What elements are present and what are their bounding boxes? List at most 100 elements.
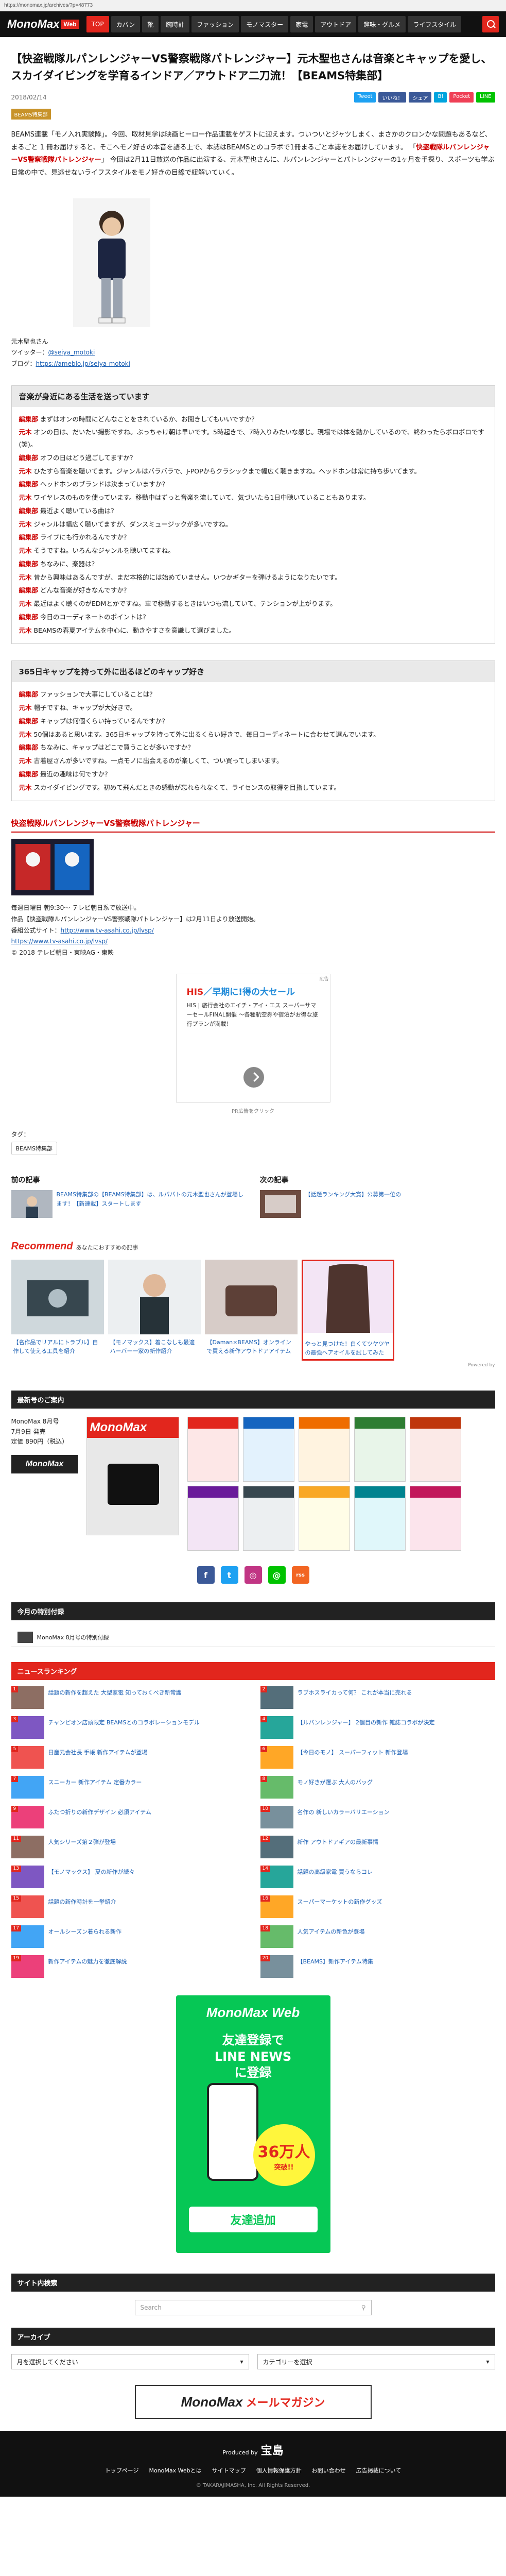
ranking-item[interactable]: 5 日産元会社長 手帳 新作アイテムが登場 [11,1746,246,1769]
rss-icon[interactable]: rss [291,1566,309,1584]
books-heading: 最新号のご案内 [11,1391,495,1409]
facebook-icon[interactable]: f [197,1566,215,1584]
twitter-link[interactable]: @seiya_motoki [48,349,95,356]
prev-article[interactable]: 前の記事 BEAMS特集部の【BEAMS特集部】は、ルパパトの元木聖也さんが登場… [11,1175,247,1218]
nav-item-hobby[interactable]: 趣味・グルメ [358,16,406,32]
search-icon[interactable] [482,16,499,32]
category-badge[interactable]: BEAMS特集部 [11,109,51,120]
ranking-item[interactable]: 9 ふたつ折りの新作デザイン 必須アイテム [11,1806,246,1829]
line-icon[interactable]: @ [268,1566,286,1584]
ranking-item[interactable]: 18 人気アイテムの新色が登場 [260,1925,495,1948]
footer-link-contact[interactable]: お問い合わせ [312,2466,346,2475]
ranking-item[interactable]: 3 チャンピオン店頭限定 BEAMSとのコラボレーションモデル [11,1716,246,1739]
site-search-input[interactable]: Search ⚲ [134,2300,372,2316]
footer-link-sitemap[interactable]: サイトマップ [212,2466,246,2475]
ranking-item[interactable]: 19 新作アイテムの魅力を徹底解説 [11,1955,246,1978]
speaker-label: 元木 [19,573,32,581]
ranking-item[interactable]: 10 名作の 新しいカラーバリエーション [260,1806,495,1829]
footer-company-label: Produced by [222,2449,258,2456]
nav-item-appliance[interactable]: 家電 [290,16,313,32]
nav-item-shoes[interactable]: 靴 [142,16,159,32]
category-select[interactable]: カテゴリーを選択 ▾ [257,2354,495,2370]
line-banner[interactable]: MonoMax Web 友達登録で LINE NEWS に登録 36万人 突破!! … [176,1995,330,2253]
nav-item-bag[interactable]: カバン [111,16,141,32]
back-issue-cover[interactable] [298,1486,350,1551]
footer-link-about[interactable]: MonoMax Webとは [149,2466,201,2475]
twitter-icon[interactable]: t [220,1566,238,1584]
back-issue-cover[interactable] [242,1486,294,1551]
nav-item-monomaster[interactable]: モノマスター [241,16,289,32]
back-issue-cover[interactable] [354,1486,406,1551]
back-issue-cover[interactable] [187,1417,239,1482]
month-select[interactable]: 月を選択してください ▾ [11,2354,249,2370]
line-share-button[interactable]: LINE [476,92,495,103]
recommend-card[interactable] [398,1260,491,1361]
site-logo[interactable]: MonoMax Web [7,18,79,31]
ranking-item[interactable]: 7 スニーカー 新作アイテム 定番カラー [11,1776,246,1799]
speech-text: 帽子ですね、キャップが大好きで。 [33,704,137,712]
nav-item-lifestyle[interactable]: ライフスタイル [408,16,462,32]
back-issue-cover[interactable] [354,1417,406,1482]
ranking-text: 話題の高級家電 買うならコレ [297,1869,373,1876]
ranking-item[interactable]: 20 【BEAMS】新作アイテム特集 [260,1955,495,1978]
today-item[interactable]: MonoMax 8月号の特別付録 [11,1629,495,1647]
footer-link-privacy[interactable]: 個人情報保護方針 [256,2466,302,2475]
hatena-button[interactable]: B! [434,92,447,103]
tweet-button[interactable]: Tweet [354,92,376,103]
browser-url-bar[interactable]: https://monomax.jp/archives/?p=48773 [0,0,506,11]
today-heading: 今月の特別付録 [11,1602,495,1621]
back-issue-cover[interactable] [187,1486,239,1551]
ranking-item[interactable]: 17 オールシーズン着られる新作 [11,1925,246,1948]
tag-link[interactable]: BEAMS特集部 [11,1142,57,1156]
mail-text: メールマガジン [246,2397,325,2410]
recommend-card[interactable]: 【モノマックス】着こなしも最適 ハーバー一家の新作紹介 [108,1260,201,1361]
speaker-label: 編集部 [19,770,39,778]
ranking-item[interactable]: 12 新作 アウトドアギアの最新事情 [260,1836,495,1859]
like-button[interactable]: いいね！ [378,92,407,103]
mail-magazine-banner[interactable]: MonoMax メールマガジン [134,2385,372,2419]
facebook-share-button[interactable]: シェア [409,92,432,103]
nav-item-fashion[interactable]: ファッション [191,16,239,32]
recommend-card[interactable]: 【Daman×BEAMS】オンラインで買える新作アウトドアアイテム [204,1260,298,1361]
pocket-button[interactable]: Pocket [449,92,474,103]
search-icon[interactable]: ⚲ [361,2304,366,2311]
speech-text: BEAMSの春夏アイテムを中心に、動きやすさを意識して選びました。 [33,626,236,634]
blog-link[interactable]: https://ameblo.jp/seiya-motoki [36,360,130,367]
footer-link-top[interactable]: トップページ [105,2466,139,2475]
footer-link-ads[interactable]: 広告掲載について [356,2466,402,2475]
ranking-item[interactable]: 8 モノ好きが選ぶ 大人のバッグ [260,1776,495,1799]
back-issue-cover[interactable] [298,1417,350,1482]
ranking-item[interactable]: 13 【モノマックス】 夏の新作が続々 [11,1866,246,1889]
back-issue-cover[interactable] [409,1486,461,1551]
vs-site-link[interactable]: http://www.tv-asahi.co.jp/lvsp/ [61,927,154,934]
ranking-item[interactable]: 14 話題の高級家電 買うならコレ [260,1866,495,1889]
nav-item-watch[interactable]: 腕時計 [161,16,190,32]
next-article[interactable]: 次の記事 【話題ランキング大賞】公募第一位の [259,1175,495,1218]
ranking-item[interactable]: 16 スーパーマーケットの新作グッズ [260,1895,495,1919]
back-issue-cover[interactable] [409,1417,461,1482]
line-add-friend-button[interactable]: 友達追加 [188,2207,318,2233]
vs-line: 作品【快盗戦隊ルパンレンジャーVS警察戦隊パトレンジャー】は2月11日より放送開… [11,915,259,923]
ranking-item[interactable]: 11 人気シリーズ第２弾が登場 [11,1836,246,1859]
main-cover[interactable]: MonoMax [86,1417,179,1536]
chevron-right-icon[interactable] [243,1067,264,1088]
recommend-card[interactable]: 【名作品でリアルにトラブル】自作して使える工具を紹介 [11,1260,104,1361]
ranking-number: 11 [11,1836,21,1842]
recommend-card-ad[interactable]: やっと見つけた！白くてツヤツヤの最強ヘアオイルを試してみた [301,1260,394,1361]
ranking-item[interactable]: 15 話題の新作時計を一挙紹介 [11,1895,246,1919]
ranking-item[interactable]: 6 【今日のモノ】 スーパーフィット 新作登場 [260,1746,495,1769]
nav-item-outdoor[interactable]: アウトドア [315,16,357,32]
nav-item-top[interactable]: TOP [86,16,109,32]
small-logo[interactable]: MonoMax [11,1454,78,1473]
ranking-item[interactable]: 2 ラブホスライカって何？ これが本当に売れる [260,1686,495,1709]
ranking-grid: 1 話題の新作を超えた 大型家電 知っておくべき新常識 2 ラブホスライカって何？ こ… [11,1686,495,1978]
ad-banner[interactable]: 広告 HIS／早期に!得の大セール HIS | 旅行会社のエイチ・アイ・エス ス… [176,974,330,1103]
vs-link[interactable]: https://www.tv-asahi.co.jp/lvsp/ [11,938,108,945]
ranking-item[interactable]: 1 話題の新作を超えた 大型家電 知っておくべき新常識 [11,1686,246,1709]
back-issue-cover[interactable] [242,1417,294,1482]
instagram-icon[interactable]: ◎ [244,1566,262,1584]
speaker-label: 元木 [19,467,32,475]
ranking-thumbnail: 19 [11,1955,44,1978]
vs-heading: 快盗戦隊ルパンレンジャーVS警察戦隊パトレンジャー [11,818,495,833]
ranking-item[interactable]: 4 【ルパンレンジャー】 2個目の新作 雑誌コラボが決定 [260,1716,495,1739]
